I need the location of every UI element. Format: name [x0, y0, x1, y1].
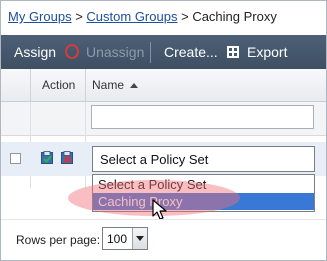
toolbar-divider: [150, 42, 151, 63]
rows-per-page-value: 100: [107, 232, 128, 246]
table-header: Action Name: [1, 69, 326, 102]
toolbar: Assign Unassign Create... Export: [1, 35, 326, 69]
filter-row: [1, 102, 326, 136]
assign-button[interactable]: Assign: [14, 35, 56, 69]
column-divider: [85, 69, 86, 101]
row-checkbox[interactable]: [10, 153, 21, 164]
name-header-label: Name: [92, 78, 125, 92]
create-button[interactable]: Create...: [164, 35, 218, 69]
column-divider: [30, 69, 31, 101]
unassign-icon: [65, 44, 79, 59]
policy-set-select[interactable]: Select a Policy Set: [92, 146, 315, 172]
breadcrumb-current: Caching Proxy: [192, 9, 277, 24]
policy-set-dropdown: Select a Policy Set Caching Proxy: [92, 174, 315, 212]
unassign-button[interactable]: Unassign: [65, 35, 144, 69]
breadcrumb: My Groups > Custom Groups > Caching Prox…: [8, 9, 277, 24]
rows-per-page-select[interactable]: 100: [102, 227, 148, 250]
breadcrumb-separator: >: [181, 9, 189, 24]
dropdown-option[interactable]: Select a Policy Set: [93, 176, 314, 193]
mouse-cursor-icon: [152, 199, 167, 220]
pager-divider: [1, 219, 326, 220]
policy-set-select-value: Select a Policy Set: [100, 152, 209, 167]
unassign-label: Unassign: [86, 44, 145, 60]
rows-per-page-dropdown-button[interactable]: [132, 228, 147, 249]
action-column-header: Action: [42, 78, 76, 92]
sort-ascending-icon: [130, 83, 139, 88]
export-button[interactable]: Export: [227, 35, 287, 69]
breadcrumb-my-groups[interactable]: My Groups: [8, 9, 72, 24]
assign-policy-icon[interactable]: [41, 151, 53, 164]
name-filter-input[interactable]: [91, 105, 314, 129]
export-grid-icon: [227, 46, 239, 58]
breadcrumb-separator: >: [75, 9, 83, 24]
export-label: Export: [247, 44, 288, 60]
rows-per-page-label: Rows per page:: [16, 233, 101, 247]
dropdown-option-selected[interactable]: Caching Proxy: [93, 193, 314, 210]
breadcrumb-custom-groups[interactable]: Custom Groups: [86, 9, 177, 24]
chevron-down-icon: [136, 236, 144, 241]
unassign-policy-icon[interactable]: [61, 151, 73, 164]
name-column-header[interactable]: Name: [92, 78, 139, 92]
table-row: Select a Policy Set: [1, 142, 326, 176]
